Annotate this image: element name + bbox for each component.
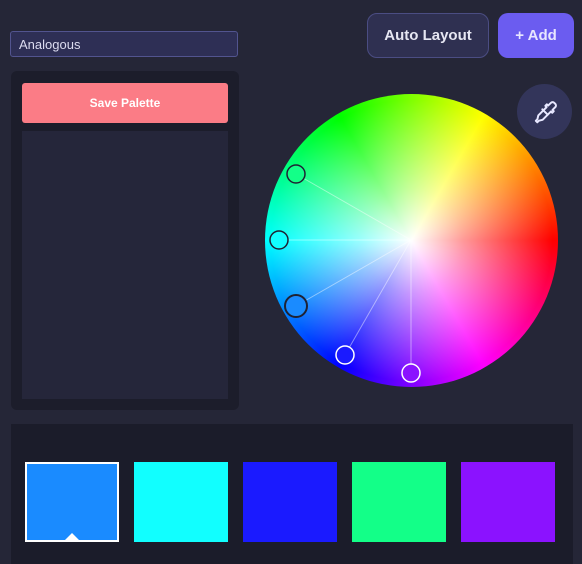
swatch-4[interactable] <box>352 462 446 542</box>
swatch-1[interactable] <box>25 462 119 542</box>
wheel-handle-1[interactable] <box>284 294 308 318</box>
swatch-5[interactable] <box>461 462 555 542</box>
wheel-handle-3[interactable] <box>335 345 355 365</box>
selected-swatch-marker <box>64 533 80 541</box>
wheel-handle-2[interactable] <box>269 230 289 250</box>
swatch-2[interactable] <box>134 462 228 542</box>
scheme-select[interactable]: Analogous <box>10 31 238 57</box>
color-wheel[interactable] <box>265 94 558 387</box>
wheel-handle-5[interactable] <box>401 363 421 383</box>
saved-palettes-panel: Save Palette <box>11 71 239 410</box>
add-button[interactable]: + Add <box>498 13 574 58</box>
auto-layout-button[interactable]: Auto Layout <box>367 13 489 58</box>
swatch-bar <box>11 424 573 564</box>
saved-palettes-list <box>22 131 228 399</box>
save-palette-button[interactable]: Save Palette <box>22 83 228 123</box>
wheel-handle-4[interactable] <box>286 164 306 184</box>
swatch-3[interactable] <box>243 462 337 542</box>
